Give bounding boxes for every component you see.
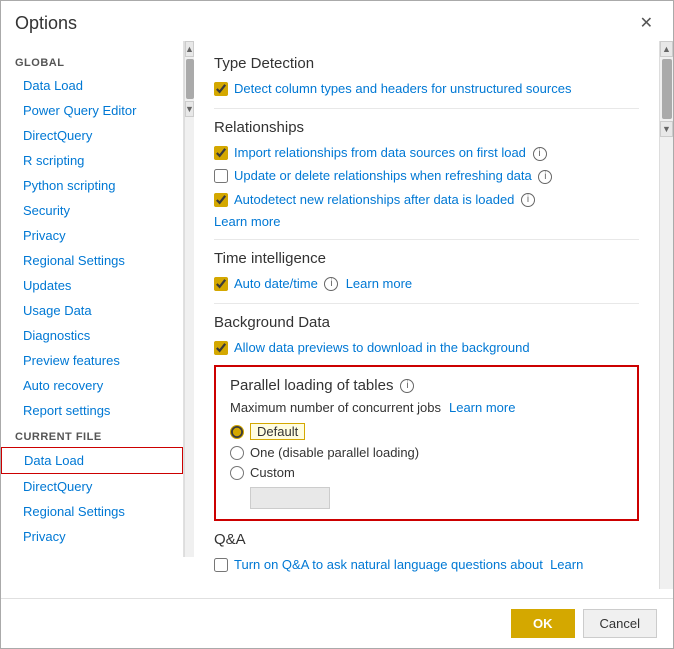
sidebar-item-power-query-editor[interactable]: Power Query Editor [1,98,183,123]
parallel-loading-info-icon: i [400,379,414,393]
relationships-info-icon-2: i [538,170,552,184]
divider-1 [214,108,639,109]
parallel-loading-title: Parallel loading of tables i [230,377,623,394]
global-section-label: GLOBAL [1,49,183,73]
parallel-loading-box: Parallel loading of tables i Maximum num… [214,365,639,521]
parallel-radio-default-label: Default [250,423,305,440]
parallel-radio-default-row: Default [230,423,623,440]
sidebar-item-cf-regional-settings[interactable]: Regional Settings [1,499,183,524]
sidebar-item-python-scripting[interactable]: Python scripting [1,173,183,198]
relationships-checkbox-3[interactable] [214,193,228,207]
parallel-radio-one[interactable] [230,446,244,460]
sidebar-item-report-settings[interactable]: Report settings [1,398,183,423]
sidebar-item-r-scripting[interactable]: R scripting [1,148,183,173]
main-scroll-down-arrow[interactable]: ▼ [660,121,673,137]
sidebar-item-regional-settings[interactable]: Regional Settings [1,248,183,273]
cancel-button[interactable]: Cancel [583,609,657,638]
main-content: Type Detection Detect column types and h… [194,41,659,589]
sidebar-item-auto-recovery[interactable]: Auto recovery [1,373,183,398]
parallel-radio-custom[interactable] [230,466,244,480]
sidebar-scrollbar: ▲ ▼ [184,41,194,557]
title-bar: Options ✕ [1,1,673,41]
time-intelligence-title: Time intelligence [214,250,639,267]
type-detection-label: Detect column types and headers for unst… [234,80,571,98]
relationships-checkbox-1[interactable] [214,146,228,160]
parallel-custom-input[interactable] [250,487,330,509]
relationships-title: Relationships [214,119,639,136]
background-data-label: Allow data previews to download in the b… [234,339,530,357]
relationships-label-2: Update or delete relationships when refr… [234,167,552,185]
background-data-title: Background Data [214,314,639,331]
type-detection-title: Type Detection [214,55,639,72]
relationships-row-3: Autodetect new relationships after data … [214,191,639,209]
dialog-body: GLOBAL Data Load Power Query Editor Dire… [1,41,673,598]
sidebar-item-updates[interactable]: Updates [1,273,183,298]
relationships-checkbox-2[interactable] [214,169,228,183]
sidebar-item-cf-data-load[interactable]: Data Load [1,447,183,474]
parallel-loading-subtitle: Maximum number of concurrent jobs Learn … [230,400,623,415]
dialog-footer: OK Cancel [1,598,673,648]
sidebar-item-privacy[interactable]: Privacy [1,223,183,248]
sidebar-item-usage-data[interactable]: Usage Data [1,298,183,323]
options-dialog: Options ✕ GLOBAL Data Load Power Query E… [0,0,674,649]
divider-2 [214,239,639,240]
divider-3 [214,303,639,304]
qanda-title: Q&A [214,531,639,548]
main-wrapper: Type Detection Detect column types and h… [194,41,673,589]
dialog-title: Options [15,13,77,34]
qanda-checkbox[interactable] [214,558,228,572]
type-detection-row: Detect column types and headers for unst… [214,80,639,98]
time-intelligence-checkbox[interactable] [214,277,228,291]
main-scroll-up-arrow[interactable]: ▲ [660,41,673,57]
sidebar-item-cf-directquery[interactable]: DirectQuery [1,474,183,499]
time-intelligence-label: Auto date/time i Learn more [234,275,412,293]
relationships-info-icon-1: i [533,147,547,161]
sidebar: GLOBAL Data Load Power Query Editor Dire… [1,41,184,557]
qanda-row: Turn on Q&A to ask natural language ques… [214,556,639,574]
sidebar-item-security[interactable]: Security [1,198,183,223]
parallel-learn-more[interactable]: Learn more [449,400,515,415]
relationships-row-1: Import relationships from data sources o… [214,144,639,162]
relationships-info-icon-3: i [521,193,535,207]
ok-button[interactable]: OK [511,609,575,638]
close-button[interactable]: ✕ [634,11,659,35]
relationships-label-1: Import relationships from data sources o… [234,144,547,162]
sidebar-item-cf-privacy[interactable]: Privacy [1,524,183,549]
sidebar-item-data-load[interactable]: Data Load [1,73,183,98]
main-scrollbar: ▲ ▼ [659,41,673,589]
type-detection-checkbox[interactable] [214,82,228,96]
time-intelligence-row: Auto date/time i Learn more [214,275,639,293]
sidebar-item-preview-features[interactable]: Preview features [1,348,183,373]
qanda-label: Turn on Q&A to ask natural language ques… [234,556,583,574]
main-scroll-thumb[interactable] [662,59,672,119]
sidebar-item-diagnostics[interactable]: Diagnostics [1,323,183,348]
sidebar-wrapper: GLOBAL Data Load Power Query Editor Dire… [1,41,194,557]
parallel-radio-one-row: One (disable parallel loading) [230,445,623,460]
parallel-radio-custom-row: Custom [230,465,623,480]
background-data-row: Allow data previews to download in the b… [214,339,639,357]
sidebar-scroll-down-arrow[interactable]: ▼ [185,101,194,117]
current-file-section-label: CURRENT FILE [1,423,183,447]
sidebar-item-directquery[interactable]: DirectQuery [1,123,183,148]
sidebar-scroll-up-arrow[interactable]: ▲ [185,41,194,57]
relationships-learn-more-row: Learn more [214,214,639,229]
relationships-row-2: Update or delete relationships when refr… [214,167,639,185]
parallel-radio-default[interactable] [230,425,244,439]
sidebar-scroll-thumb[interactable] [186,59,194,99]
parallel-radio-one-label: One (disable parallel loading) [250,445,419,460]
time-intelligence-info-icon: i [324,277,338,291]
relationships-label-3: Autodetect new relationships after data … [234,191,535,209]
relationships-learn-more[interactable]: Learn more [214,214,280,229]
background-data-checkbox[interactable] [214,341,228,355]
qanda-learn-more[interactable]: Learn [550,557,583,572]
parallel-radio-custom-label: Custom [250,465,295,480]
time-intelligence-learn-more[interactable]: Learn more [346,276,412,291]
